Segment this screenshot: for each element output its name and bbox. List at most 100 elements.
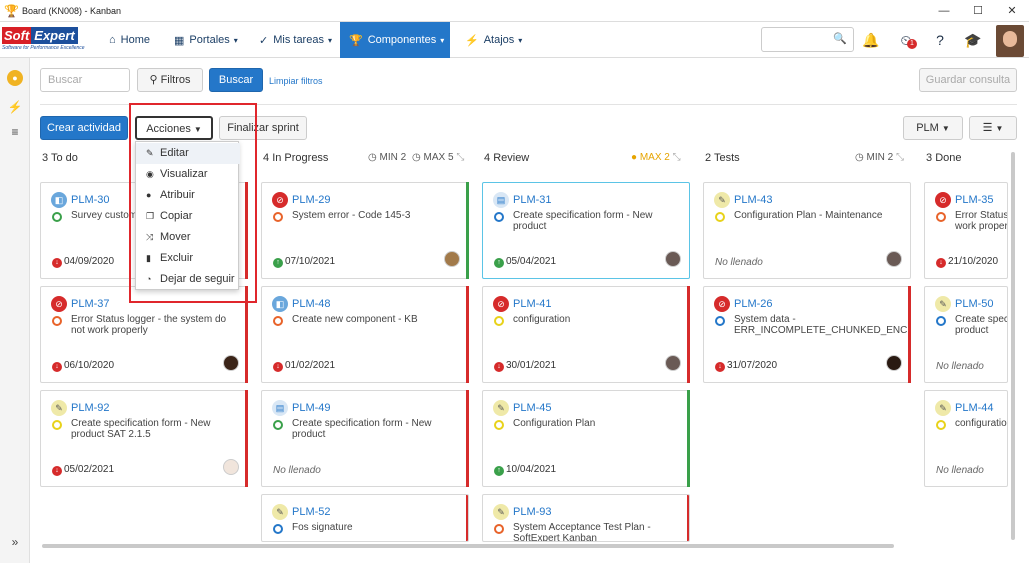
trophy-icon: 🏆 [4,3,19,18]
column-header-tests: 2 Tests [705,152,740,164]
search-button[interactable]: Buscar [209,68,263,92]
column-header-inprogress: 4 In Progress [263,152,329,164]
wip-min: ◷ MIN 2 ⤡ [855,152,904,163]
filter-icon: ⚲ [149,74,161,86]
plm-select[interactable]: PLM ▼ [903,116,963,140]
nav-home[interactable]: ⌂ Home [100,22,159,58]
help-icon[interactable]: ? [931,31,949,49]
column-header-review: 4 Review [484,152,530,164]
caret-down-icon: ▼ [941,124,950,133]
blocked-icon: ⊘ [714,296,730,312]
home-icon: ⌂ [109,34,116,46]
softexpert-logo[interactable]: Soft Expert Software for Performance Exce… [2,27,92,53]
search-input[interactable]: Buscar [40,68,130,92]
horizontal-scrollbar[interactable] [42,544,894,548]
collapse-icon: ⤡ [672,152,681,163]
user-avatar[interactable] [996,25,1024,57]
edit-doc-icon: ✎ [51,400,67,416]
kanban-card[interactable]: ▤ PLM-31 Create specification form - New p… [482,182,690,279]
nav-mis-tareas[interactable]: ✓ Mis tareas ▾ [250,22,341,58]
arrow-down-icon: ↓ [52,258,62,268]
kanban-card[interactable]: ▤ PLM-49 Create specification form - New p… [261,390,469,487]
window-title: Board (KN008) - Kanban [22,5,122,16]
nav-atajos[interactable]: ⚡ Atajos ▾ [456,22,531,58]
notification-badge: 1 [907,39,917,49]
edit-doc-icon: ✎ [272,504,288,520]
kanban-card[interactable]: ⊘ PLM-35 Error Status work proper ↓ 21/10/20… [924,182,1008,279]
highlight-frame [129,103,257,303]
coin-icon[interactable]: ● [7,70,23,86]
arrow-down-icon: ↓ [715,362,725,372]
trophy-icon: 🏆 [349,34,363,47]
save-query-button[interactable]: Guardar consulta [919,68,1017,92]
arrow-down-icon: ↓ [273,362,283,372]
maximize-icon[interactable]: ☐ [961,0,995,22]
edit-doc-icon: ✎ [935,296,951,312]
filters-button[interactable]: ⚲ Filtros [137,68,203,92]
arrow-down-icon: ↓ [494,362,504,372]
kanban-card[interactable]: ✎ PLM-93 System Acceptance Test Plan - Sof… [482,494,690,542]
assignee-avatar [223,355,239,371]
kanban-card[interactable]: ⊘ PLM-26 System data - ERR_INCOMPLETE_CHUN… [703,286,911,383]
kanban-card[interactable]: ✎ PLM-92 Create specification form - New p… [40,390,248,487]
minimize-icon[interactable]: — [927,0,961,22]
kanban-card[interactable]: ✎ PLM-43 Configuration Plan - Maintenance N… [703,182,911,279]
assignee-avatar [444,251,460,267]
clock-icon: ◷ [412,152,421,163]
window-titlebar: 🏆 Board (KN008) - Kanban — ☐ ✕ [0,0,1029,22]
vertical-scrollbar[interactable] [1011,152,1015,540]
nav-componentes[interactable]: 🏆 Componentes ▾ [340,22,450,58]
nav-portales[interactable]: ▦ Portales ▾ [165,22,247,58]
left-sidebar: ● ⚡ ≡ » [0,58,30,563]
column-header-todo: 3 To do [42,152,78,164]
edit-doc-icon: ✎ [935,400,951,416]
edit-doc-icon: ✎ [714,192,730,208]
arrow-down-icon: ↓ [52,362,62,372]
blocked-icon: ⊘ [935,192,951,208]
lightning-icon[interactable]: ⚡ [7,99,23,115]
kanban-card[interactable]: ◧ PLM-48 Create new component - KB ↓ 01/02/2… [261,286,469,383]
arrow-up-icon: ↑ [494,466,504,476]
global-search-input[interactable]: 🔍 [761,27,854,52]
clear-filters-link[interactable]: Limpiar filtros [269,76,323,86]
kanban-card[interactable]: ✎ PLM-44 configuration No llenado [924,390,1008,487]
chevron-down-icon: ▾ [440,35,445,45]
kanban-card[interactable]: ✎ PLM-50 Create spec product No llenado [924,286,1008,383]
arrow-down-icon: ↓ [936,258,946,268]
kanban-card[interactable]: ⊘ PLM-41 configuration ↓ 30/01/2021 [482,286,690,383]
document-icon: ▤ [493,192,509,208]
wip-max-warning: ● MAX 2 ⤡ [631,152,681,163]
kanban-card[interactable]: ✎ PLM-45 Configuration Plan ↑ 10/04/2021 [482,390,690,487]
clock-icon: ◷ [855,152,864,163]
assignee-avatar [886,355,902,371]
list-icon: ☰ [982,122,993,134]
column-header-done: 3 Done [926,152,962,164]
bell-icon[interactable]: 🔔 [862,31,880,49]
close-icon[interactable]: ✕ [995,0,1029,22]
filter-icon[interactable]: ≡ [7,124,23,140]
collapse-icon: ⤡ [895,152,904,163]
clock-icon[interactable]: ⏲ 1 [897,31,917,49]
wip-min: ◷ MIN 2 [368,152,407,163]
component-icon: ◧ [272,296,288,312]
view-options-button[interactable]: ☰ ▼ [969,116,1017,140]
create-activity-button[interactable]: Crear actividad [40,116,128,140]
warning-icon: ● [631,152,638,163]
grid-icon: ▦ [174,34,185,47]
caret-down-icon: ▼ [995,124,1004,133]
assignee-avatar [665,251,681,267]
clock-icon: ◷ [368,152,377,163]
edit-doc-icon: ✎ [493,504,509,520]
assignee-avatar [665,355,681,371]
graduation-cap-icon[interactable]: 🎓 [964,31,982,49]
kanban-card[interactable]: ⊘ PLM-29 System error - Code 145-3 ↑ 07/10/2… [261,182,469,279]
chevron-down-icon: ▾ [327,35,332,45]
kanban-card[interactable]: ✎ PLM-52 Fos signature [261,494,469,542]
expand-icon[interactable]: » [7,534,23,550]
blocked-icon: ⊘ [272,192,288,208]
chevron-down-icon: ▾ [518,35,523,45]
arrow-up-icon: ↑ [494,258,504,268]
arrow-down-icon: ↓ [52,466,62,476]
assignee-avatar [886,251,902,267]
chevron-down-icon: ▾ [233,35,238,45]
